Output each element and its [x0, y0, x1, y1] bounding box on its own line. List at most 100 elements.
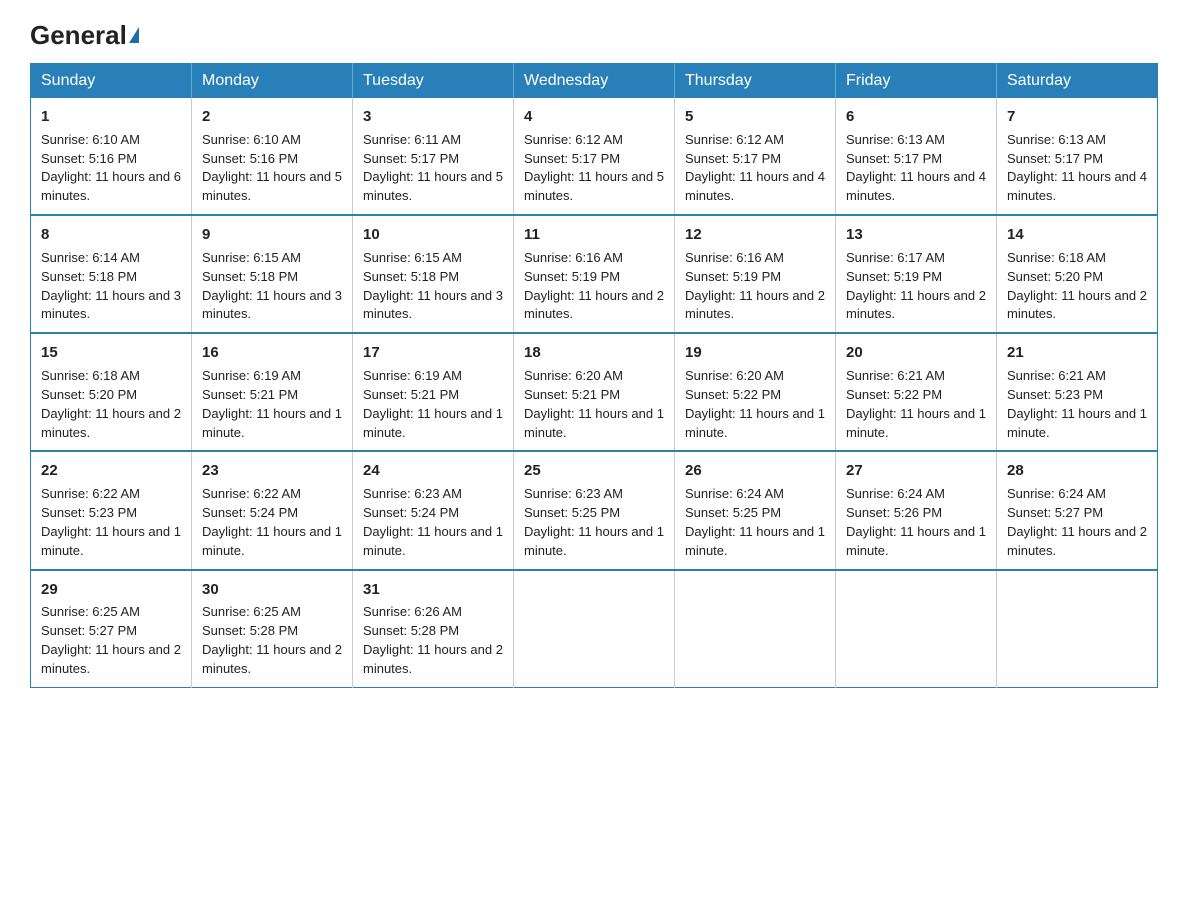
calendar-cell: 20Sunrise: 6:21 AMSunset: 5:22 PMDayligh…: [836, 333, 997, 451]
sunset-text: Sunset: 5:17 PM: [685, 151, 781, 166]
calendar-cell: 3Sunrise: 6:11 AMSunset: 5:17 PMDaylight…: [353, 98, 514, 215]
calendar-cell: 2Sunrise: 6:10 AMSunset: 5:16 PMDaylight…: [192, 98, 353, 215]
sunrise-text: Sunrise: 6:19 AM: [202, 368, 301, 383]
calendar-cell: [997, 570, 1158, 688]
calendar-cell: 29Sunrise: 6:25 AMSunset: 5:27 PMDayligh…: [31, 570, 192, 688]
calendar-week-row: 29Sunrise: 6:25 AMSunset: 5:27 PMDayligh…: [31, 570, 1158, 688]
sunset-text: Sunset: 5:19 PM: [524, 269, 620, 284]
sunset-text: Sunset: 5:17 PM: [846, 151, 942, 166]
daylight-text: Daylight: 11 hours and 4 minutes.: [1007, 169, 1147, 203]
day-number: 20: [846, 342, 986, 364]
sunrise-text: Sunrise: 6:15 AM: [363, 250, 462, 265]
weekday-header-saturday: Saturday: [997, 64, 1158, 99]
sunset-text: Sunset: 5:16 PM: [41, 151, 137, 166]
sunrise-text: Sunrise: 6:18 AM: [41, 368, 140, 383]
logo-general-text: General: [30, 20, 127, 51]
daylight-text: Daylight: 11 hours and 1 minute.: [1007, 406, 1147, 440]
day-number: 2: [202, 106, 342, 128]
daylight-text: Daylight: 11 hours and 3 minutes.: [41, 288, 181, 322]
day-number: 13: [846, 224, 986, 246]
sunrise-text: Sunrise: 6:10 AM: [202, 132, 301, 147]
day-number: 8: [41, 224, 181, 246]
daylight-text: Daylight: 11 hours and 1 minute.: [363, 524, 503, 558]
daylight-text: Daylight: 11 hours and 2 minutes.: [41, 642, 181, 676]
day-number: 16: [202, 342, 342, 364]
day-number: 25: [524, 460, 664, 482]
daylight-text: Daylight: 11 hours and 3 minutes.: [202, 288, 342, 322]
calendar-week-row: 22Sunrise: 6:22 AMSunset: 5:23 PMDayligh…: [31, 451, 1158, 569]
day-number: 26: [685, 460, 825, 482]
calendar-cell: 17 Sunrise: 6:19 AM Sunset: 5:21 PM Dayligh…: [353, 333, 514, 451]
daylight-text: Daylight: 11 hours and 2 minutes.: [202, 642, 342, 676]
sunset-text: Sunset: 5:18 PM: [202, 269, 298, 284]
sunrise-text: Sunrise: 6:25 AM: [41, 604, 140, 619]
daylight-text: Daylight: 11 hours and 1 minute.: [202, 524, 342, 558]
sunset-text: Sunset: 5:21 PM: [363, 387, 459, 402]
day-number: 12: [685, 224, 825, 246]
daylight-text: Daylight: 11 hours and 2 minutes.: [41, 406, 181, 440]
calendar-cell: 21Sunrise: 6:21 AMSunset: 5:23 PMDayligh…: [997, 333, 1158, 451]
weekday-header-friday: Friday: [836, 64, 997, 99]
calendar-cell: 14Sunrise: 6:18 AMSunset: 5:20 PMDayligh…: [997, 215, 1158, 333]
daylight-text: Daylight: 11 hours and 2 minutes.: [685, 288, 825, 322]
sunset-text: Sunset: 5:23 PM: [41, 505, 137, 520]
sunrise-text: Sunrise: 6:18 AM: [1007, 250, 1106, 265]
calendar-cell: 11Sunrise: 6:16 AMSunset: 5:19 PMDayligh…: [514, 215, 675, 333]
sunset-text: Sunset: 5:25 PM: [524, 505, 620, 520]
sunset-text: Sunset: 5:21 PM: [202, 387, 298, 402]
sunset-text: Sunset: 5:17 PM: [363, 151, 459, 166]
calendar-cell: [514, 570, 675, 688]
day-number: 10: [363, 224, 503, 246]
sunrise-text: Sunrise: 6:16 AM: [685, 250, 784, 265]
sunrise-text: Sunrise: 6:14 AM: [41, 250, 140, 265]
calendar-cell: 13Sunrise: 6:17 AMSunset: 5:19 PMDayligh…: [836, 215, 997, 333]
weekday-header-monday: Monday: [192, 64, 353, 99]
daylight-text: Daylight: 11 hours and 1 minute.: [524, 524, 664, 558]
calendar-cell: 10Sunrise: 6:15 AMSunset: 5:18 PMDayligh…: [353, 215, 514, 333]
sunrise-text: Sunrise: 6:24 AM: [1007, 486, 1106, 501]
sunrise-text: Sunrise: 6:23 AM: [524, 486, 623, 501]
sunrise-text: Sunrise: 6:24 AM: [685, 486, 784, 501]
day-number: 7: [1007, 106, 1147, 128]
day-number: 17: [363, 342, 503, 364]
day-number: 24: [363, 460, 503, 482]
daylight-text: Daylight: 11 hours and 2 minutes.: [363, 642, 503, 676]
sunrise-text: Sunrise: 6:12 AM: [685, 132, 784, 147]
calendar-table: SundayMondayTuesdayWednesdayThursdayFrid…: [30, 63, 1158, 688]
sunset-text: Sunset: 5:25 PM: [685, 505, 781, 520]
sunrise-text: Sunrise: 6:16 AM: [524, 250, 623, 265]
calendar-week-row: 8 Sunrise: 6:14 AM Sunset: 5:18 PM Daylight…: [31, 215, 1158, 333]
day-number: 5: [685, 106, 825, 128]
day-number: 4: [524, 106, 664, 128]
daylight-text: Daylight: 11 hours and 4 minutes.: [685, 169, 825, 203]
daylight-text: Daylight: 11 hours and 1 minute.: [685, 406, 825, 440]
daylight-text: Daylight: 11 hours and 1 minute.: [846, 524, 986, 558]
day-number: 18: [524, 342, 664, 364]
sunset-text: Sunset: 5:27 PM: [1007, 505, 1103, 520]
calendar-cell: 30Sunrise: 6:25 AMSunset: 5:28 PMDayligh…: [192, 570, 353, 688]
day-number: 19: [685, 342, 825, 364]
calendar-cell: 26Sunrise: 6:24 AMSunset: 5:25 PMDayligh…: [675, 451, 836, 569]
sunset-text: Sunset: 5:19 PM: [685, 269, 781, 284]
sunrise-text: Sunrise: 6:22 AM: [41, 486, 140, 501]
sunset-text: Sunset: 5:24 PM: [202, 505, 298, 520]
sunset-text: Sunset: 5:23 PM: [1007, 387, 1103, 402]
sunrise-text: Sunrise: 6:23 AM: [363, 486, 462, 501]
calendar-cell: 6Sunrise: 6:13 AMSunset: 5:17 PMDaylight…: [836, 98, 997, 215]
daylight-text: Daylight: 11 hours and 2 minutes.: [846, 288, 986, 322]
sunrise-text: Sunrise: 6:11 AM: [363, 132, 461, 147]
calendar-cell: 24Sunrise: 6:23 AMSunset: 5:24 PMDayligh…: [353, 451, 514, 569]
day-number: 9: [202, 224, 342, 246]
day-number: 1: [41, 106, 181, 128]
logo-area: General: [30, 20, 139, 45]
sunrise-text: Sunrise: 6:19 AM: [363, 368, 462, 383]
sunset-text: Sunset: 5:26 PM: [846, 505, 942, 520]
calendar-cell: 4Sunrise: 6:12 AMSunset: 5:17 PMDaylight…: [514, 98, 675, 215]
daylight-text: Daylight: 11 hours and 1 minute.: [363, 406, 503, 440]
weekday-header-tuesday: Tuesday: [353, 64, 514, 99]
sunrise-text: Sunrise: 6:15 AM: [202, 250, 301, 265]
sunset-text: Sunset: 5:18 PM: [41, 269, 137, 284]
sunrise-text: Sunrise: 6:20 AM: [685, 368, 784, 383]
day-number: 31: [363, 579, 503, 601]
day-number: 6: [846, 106, 986, 128]
